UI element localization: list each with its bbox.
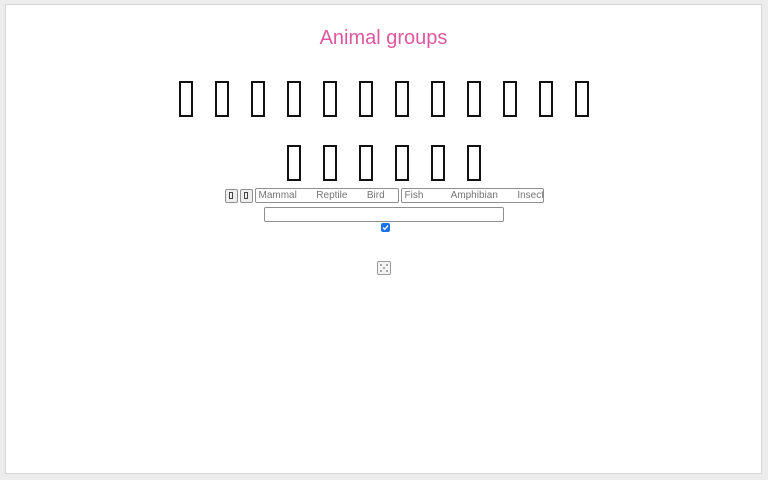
emoji-glyph-button[interactable] [574, 81, 589, 117]
emoji-glyph-button[interactable] [322, 145, 337, 181]
prev-button[interactable] [224, 188, 238, 203]
glyph-row-1 [6, 81, 761, 117]
controls-bar: Mammal Reptile Bird Fish Amphibian Insec… [0, 188, 768, 203]
next-button[interactable] [239, 188, 253, 203]
emoji-glyph-button[interactable] [502, 81, 517, 117]
emoji-glyph-button[interactable] [358, 81, 373, 117]
emoji-glyph-button[interactable] [538, 81, 553, 117]
missing-glyph-icon [229, 192, 233, 199]
emoji-glyph-button[interactable] [286, 145, 301, 181]
emoji-glyph-button[interactable] [394, 81, 409, 117]
emoji-glyph-button[interactable] [214, 81, 229, 117]
page-frame: Animal groups [5, 4, 762, 474]
emoji-glyph-button[interactable] [286, 81, 301, 117]
emoji-glyph-button[interactable] [466, 81, 481, 117]
dice-icon[interactable] [377, 261, 391, 275]
emoji-glyph-button[interactable] [322, 81, 337, 117]
emoji-glyph-button[interactable] [358, 145, 373, 181]
emoji-glyph-button[interactable] [178, 81, 193, 117]
emoji-glyph-button[interactable] [250, 81, 265, 117]
answer-input[interactable] [264, 207, 504, 222]
emoji-glyph-button[interactable] [394, 145, 409, 181]
group-field-1[interactable]: Mammal Reptile Bird [254, 188, 399, 203]
enable-checkbox[interactable] [381, 223, 390, 232]
group-field-2[interactable]: Fish Amphibian Insect [400, 188, 544, 203]
emoji-glyph-button[interactable] [430, 145, 445, 181]
emoji-glyph-button[interactable] [430, 81, 445, 117]
emoji-glyph-button[interactable] [466, 145, 481, 181]
page-title: Animal groups [319, 27, 448, 49]
glyph-row-2 [6, 145, 761, 181]
missing-glyph-icon [244, 192, 248, 199]
checkmark-icon [382, 225, 389, 231]
